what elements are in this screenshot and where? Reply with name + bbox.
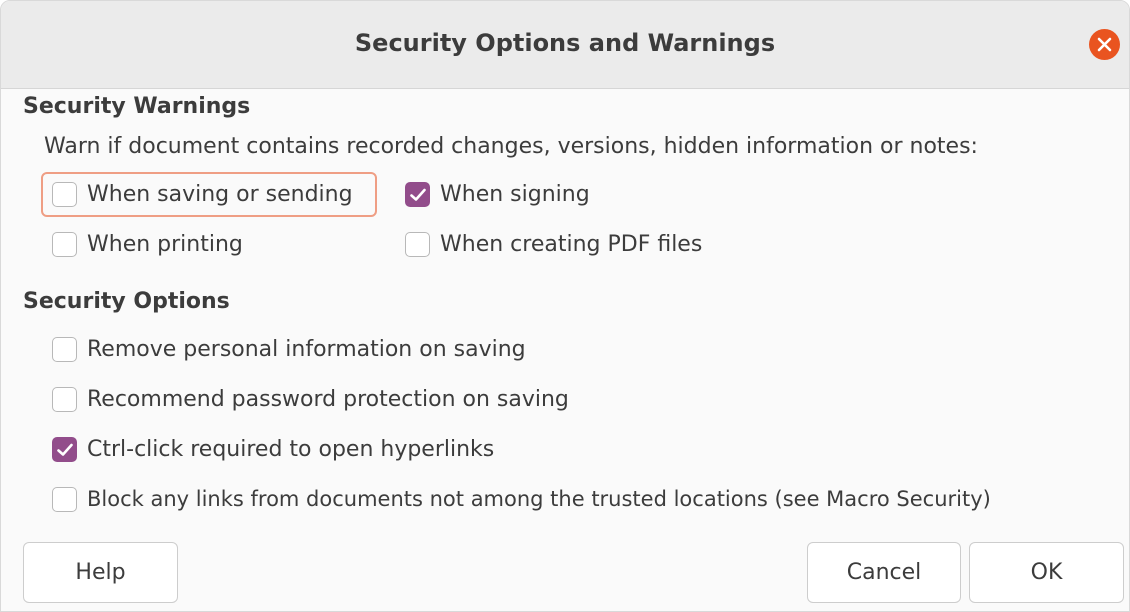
checkbox-remove-personal-info[interactable]: Remove personal information on saving bbox=[52, 333, 526, 365]
checkmark-icon bbox=[410, 188, 426, 201]
security-options-heading: Security Options bbox=[23, 289, 230, 314]
checkbox-box[interactable] bbox=[52, 336, 77, 362]
checkbox-label: When saving or sending bbox=[87, 181, 353, 207]
help-button[interactable]: Help bbox=[23, 542, 178, 603]
warnings-description: Warn if document contains recorded chang… bbox=[44, 134, 978, 159]
checkbox-label: When signing bbox=[440, 181, 590, 207]
checkbox-label: Block any links from documents not among… bbox=[87, 487, 991, 511]
checkbox-when-saving-or-sending[interactable]: When saving or sending bbox=[52, 178, 353, 210]
checkbox-when-signing[interactable]: When signing bbox=[405, 178, 590, 210]
checkbox-when-creating-pdf[interactable]: When creating PDF files bbox=[405, 228, 702, 260]
checkbox-label: Recommend password protection on saving bbox=[87, 386, 569, 412]
checkbox-label: Remove personal information on saving bbox=[87, 336, 526, 362]
checkbox-box[interactable] bbox=[52, 386, 77, 412]
checkbox-box[interactable] bbox=[405, 181, 430, 207]
checkbox-box[interactable] bbox=[52, 486, 77, 512]
checkbox-when-printing[interactable]: When printing bbox=[52, 228, 243, 260]
checkmark-icon bbox=[57, 443, 73, 456]
cancel-button[interactable]: Cancel bbox=[807, 542, 961, 603]
checkbox-ctrl-click-hyperlinks[interactable]: Ctrl-click required to open hyperlinks bbox=[52, 433, 494, 465]
checkbox-label: Ctrl-click required to open hyperlinks bbox=[87, 436, 495, 462]
checkbox-label: When printing bbox=[87, 231, 243, 257]
checkbox-recommend-password[interactable]: Recommend password protection on saving bbox=[52, 383, 569, 415]
security-options-dialog: Security Options and Warnings Security W… bbox=[0, 0, 1130, 612]
dialog-title: Security Options and Warnings bbox=[354, 29, 776, 57]
checkbox-box[interactable] bbox=[405, 231, 430, 257]
checkbox-box[interactable] bbox=[52, 231, 77, 257]
checkbox-label: When creating PDF files bbox=[440, 231, 703, 257]
close-icon bbox=[1097, 37, 1112, 52]
checkbox-box[interactable] bbox=[52, 181, 77, 207]
title-bar: Security Options and Warnings bbox=[1, 1, 1129, 89]
close-button[interactable] bbox=[1089, 29, 1120, 60]
checkbox-box[interactable] bbox=[52, 436, 77, 462]
ok-button[interactable]: OK bbox=[969, 542, 1124, 603]
checkbox-block-untrusted-links[interactable]: Block any links from documents not among… bbox=[52, 483, 991, 515]
security-warnings-heading: Security Warnings bbox=[23, 94, 251, 119]
